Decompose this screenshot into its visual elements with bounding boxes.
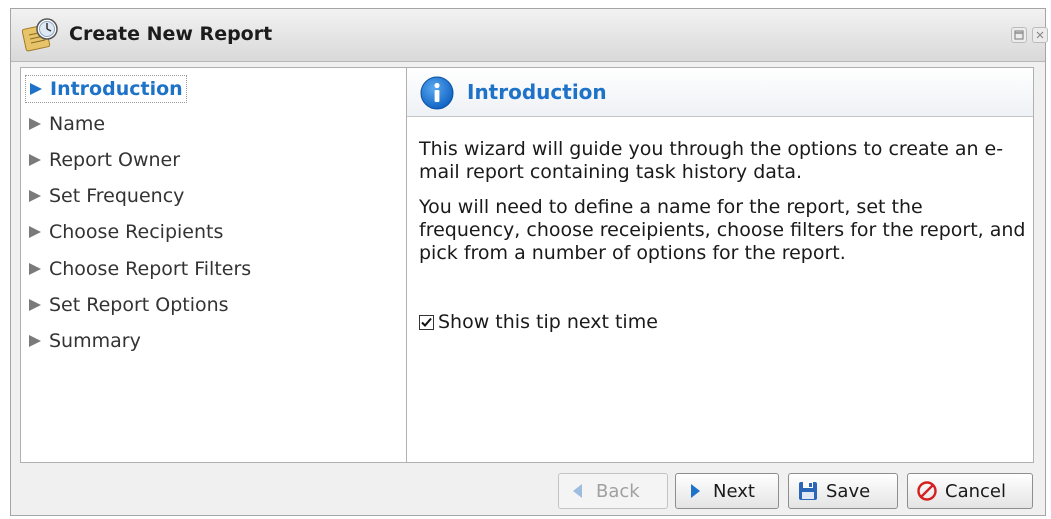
show-tip-checkbox[interactable] [419,314,434,330]
nav-item-label: Choose Report Filters [49,258,252,280]
show-tip-label: Show this tip next time [438,311,658,333]
show-tip-option[interactable]: Show this tip next time [419,311,658,333]
close-icon[interactable] [1032,27,1048,43]
nav-item-introduction[interactable]: Introduction [25,75,187,103]
nav-item-label: Report Owner [49,149,181,171]
detail-header: Introduction [407,68,1033,117]
title-bar: Create New Report [11,9,1048,62]
step-arrow-icon [25,332,45,350]
nav-item-choose-report-filters[interactable]: Choose Report Filters [25,256,251,282]
nav-item-label: Summary [49,330,141,352]
intro-paragraph: This wizard will guide you through the o… [419,138,1004,183]
dialog-title: Create New Report [69,23,273,45]
step-detail-panel: Introduction This wizard will guide you … [407,68,1033,462]
wizard-steps-nav: Introduction Name Report Owner Set Frequ… [21,68,407,462]
back-label: Back [596,480,640,502]
nav-item-set-report-options[interactable]: Set Report Options [25,292,229,318]
save-label: Save [826,480,871,502]
step-arrow-icon [25,223,45,241]
step-arrow-icon [26,80,46,98]
next-button[interactable]: Next [675,473,779,509]
step-arrow-icon [25,187,45,205]
create-report-dialog: Create New Report Introduction Name Repo… [10,8,1048,516]
next-label: Next [713,480,755,502]
cancel-button[interactable]: Cancel [907,473,1033,509]
instructions-paragraph: You will need to define a name for the r… [419,196,1026,264]
nav-item-label: Set Frequency [49,185,185,207]
nav-item-report-owner[interactable]: Report Owner [25,147,180,173]
restore-icon[interactable] [1011,27,1027,43]
nav-item-set-frequency[interactable]: Set Frequency [25,183,184,209]
detail-title: Introduction [467,80,607,104]
nav-item-label: Choose Recipients [49,221,224,243]
cancel-icon [916,480,938,502]
step-arrow-icon [25,260,45,278]
cancel-label: Cancel [945,480,1006,502]
save-disk-icon [797,480,819,502]
nav-item-label: Set Report Options [49,294,229,316]
nav-item-label: Introduction [50,78,183,100]
nav-item-choose-recipients[interactable]: Choose Recipients [25,219,223,245]
step-arrow-icon [25,151,45,169]
nav-item-label: Name [49,113,106,135]
back-button[interactable]: Back [558,473,668,509]
nav-item-summary[interactable]: Summary [25,328,141,354]
step-arrow-icon [25,296,45,314]
step-arrow-icon [25,115,45,133]
nav-item-name[interactable]: Name [25,111,105,137]
next-arrow-icon [684,480,706,502]
wizard-content: Introduction Name Report Owner Set Frequ… [20,67,1034,463]
info-icon [420,76,454,110]
save-button[interactable]: Save [788,473,898,509]
report-clock-icon [21,17,61,53]
back-arrow-icon [567,480,589,502]
